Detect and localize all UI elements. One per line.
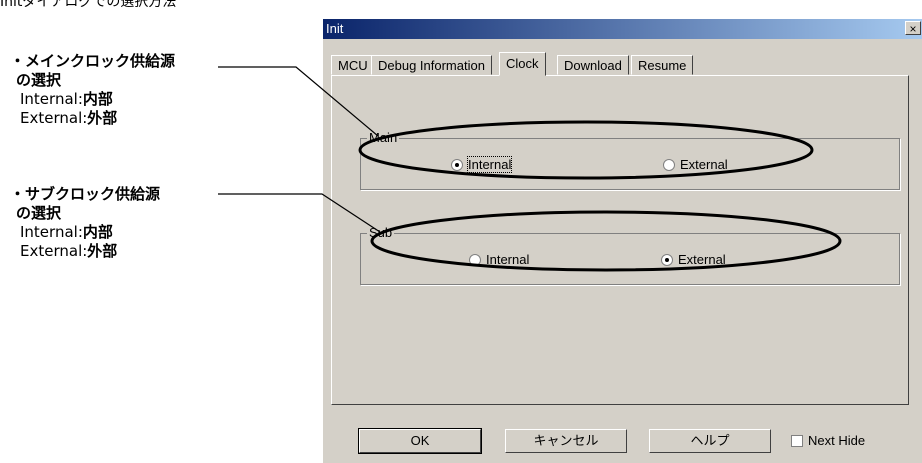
sub-callout-line bbox=[218, 193, 381, 233]
callout-overlay bbox=[218, 66, 842, 272]
sub-options-ellipse bbox=[370, 210, 842, 272]
tab-clock[interactable]: Clock bbox=[499, 52, 546, 76]
main-callout-line bbox=[218, 66, 379, 137]
main-options-ellipse bbox=[358, 120, 814, 180]
